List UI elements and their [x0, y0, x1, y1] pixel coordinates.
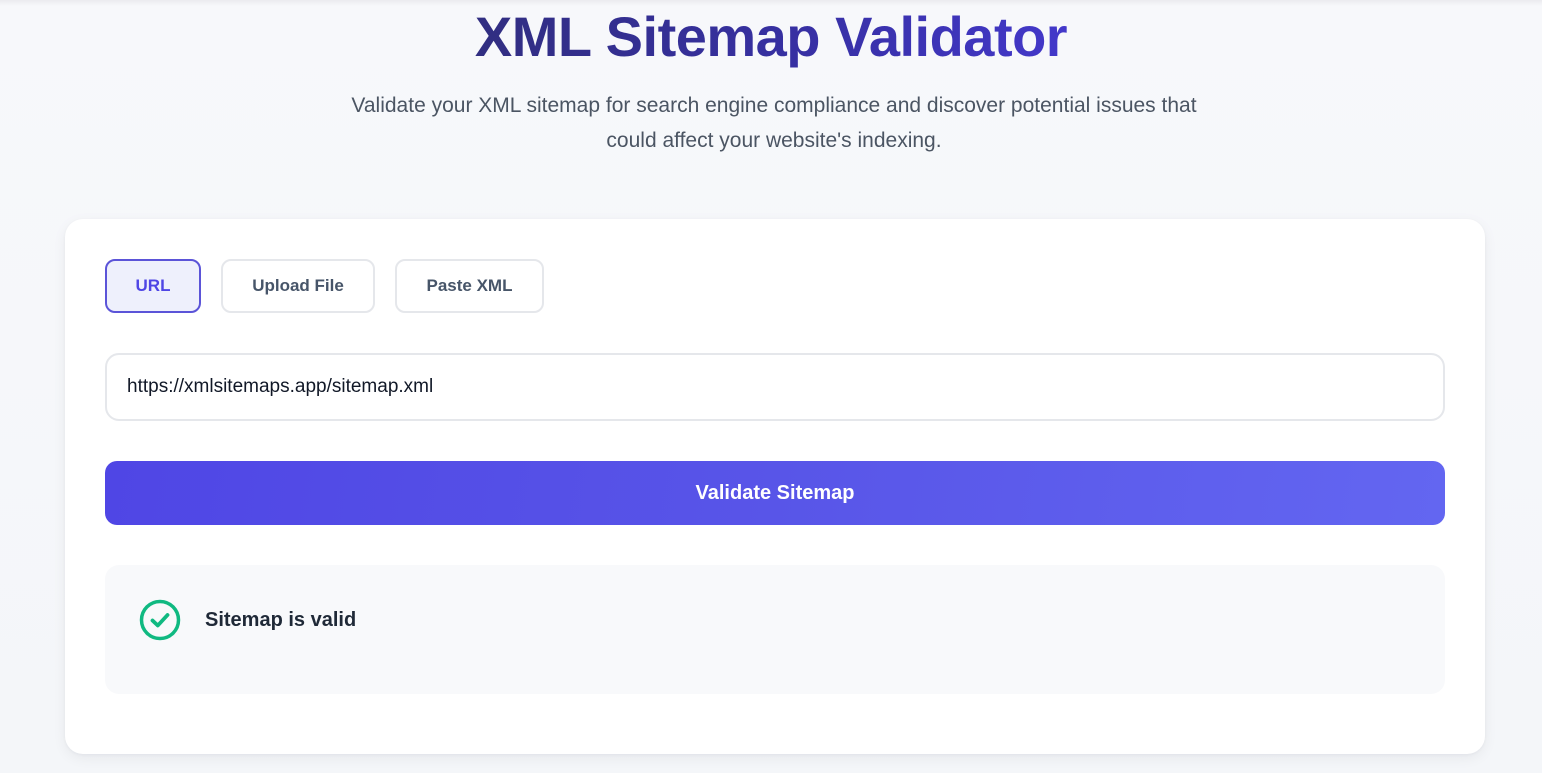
- result-status-text: Sitemap is valid: [205, 609, 357, 631]
- check-circle-icon: [139, 599, 181, 641]
- tab-url-label: URL: [135, 276, 171, 295]
- page-title-text: XML Sitemap Validator: [474, 5, 1068, 68]
- tab-upload-file[interactable]: Upload File: [221, 259, 375, 313]
- tab-paste-xml[interactable]: Paste XML: [395, 259, 544, 313]
- validate-sitemap-button[interactable]: Validate Sitemap: [105, 461, 1445, 525]
- tab-paste-xml-label: Paste XML: [426, 276, 513, 295]
- tab-upload-file-label: Upload File: [252, 276, 344, 295]
- sitemap-url-input[interactable]: [105, 353, 1445, 421]
- tab-url[interactable]: URL: [105, 259, 201, 313]
- result-panel: Sitemap is valid: [105, 565, 1445, 694]
- page-title: XML Sitemap Validator: [0, 2, 1542, 72]
- page-subtitle: Validate your XML sitemap for search eng…: [351, 94, 1197, 152]
- validator-card: URL Upload File Paste XML Validate Sitem…: [65, 219, 1485, 754]
